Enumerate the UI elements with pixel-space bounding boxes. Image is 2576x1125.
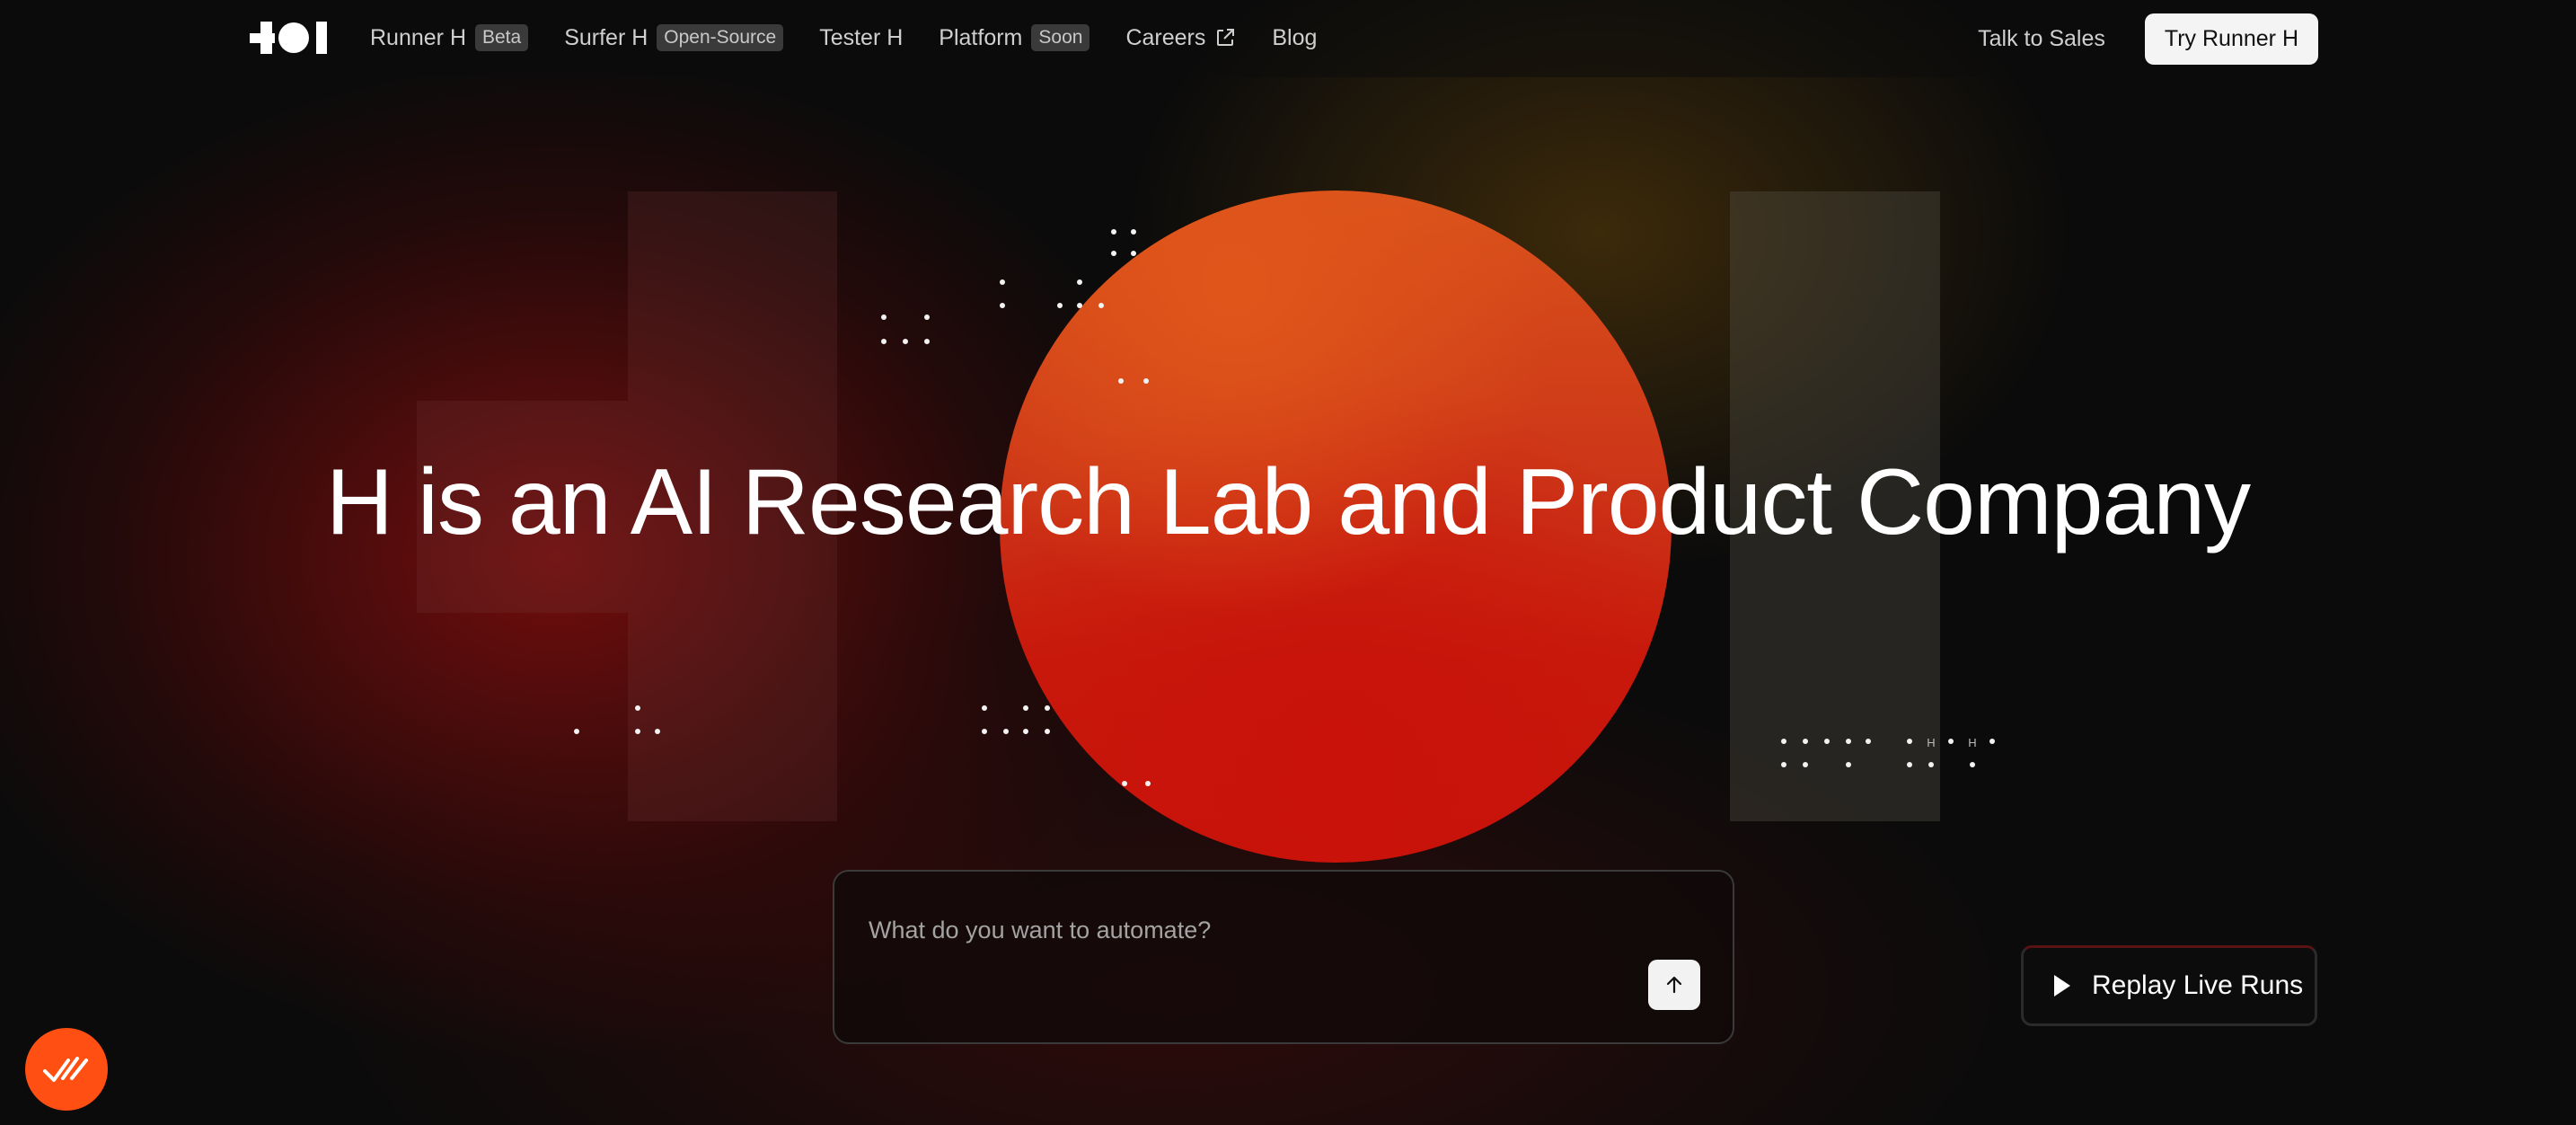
chat-widget-button[interactable] bbox=[25, 1028, 108, 1111]
nav-item-label: Platform bbox=[939, 24, 1023, 50]
open-source-badge: Open-Source bbox=[657, 24, 784, 51]
nav-item-runner-h[interactable]: Runner H Beta bbox=[370, 24, 529, 51]
nav-actions: Talk to Sales Try Runner H bbox=[1978, 13, 2318, 65]
replay-label: Replay Live Runs bbox=[2092, 970, 2304, 1000]
send-button[interactable] bbox=[1648, 960, 1700, 1010]
play-icon bbox=[2054, 975, 2070, 997]
nav-item-tester-h[interactable]: Tester H bbox=[819, 25, 903, 51]
nav-item-label: Blog bbox=[1272, 24, 1318, 50]
dot-letter-2: H bbox=[1968, 736, 1976, 749]
nav-item-platform[interactable]: Platform Soon bbox=[939, 24, 1090, 51]
arrow-up-icon bbox=[1666, 976, 1682, 994]
automation-prompt-box bbox=[833, 870, 1734, 1044]
nav-item-label: Runner H bbox=[370, 24, 466, 50]
nav-item-label: Tester H bbox=[819, 24, 904, 50]
nav-item-blog[interactable]: Blog bbox=[1272, 25, 1317, 51]
checkmarks-icon bbox=[43, 1057, 88, 1082]
nav-item-careers[interactable]: Careers bbox=[1125, 25, 1236, 51]
try-runner-h-button[interactable]: Try Runner H bbox=[2144, 13, 2318, 65]
beta-badge: Beta bbox=[475, 24, 529, 51]
dot-letter-1: H bbox=[1927, 736, 1935, 749]
soon-badge: Soon bbox=[1031, 24, 1090, 51]
h-logo-icon[interactable] bbox=[250, 22, 327, 54]
nav-item-label: Careers bbox=[1125, 24, 1206, 50]
automation-prompt-input[interactable] bbox=[867, 915, 1679, 972]
top-nav: Runner H Beta Surfer H Open-Source Teste… bbox=[0, 0, 2576, 77]
hero-headline: H is an AI Research Lab and Product Comp… bbox=[325, 450, 2251, 554]
talk-to-sales-link[interactable]: Talk to Sales bbox=[1978, 26, 2105, 52]
page: H H H is an AI Research Lab and Product … bbox=[0, 0, 2576, 1125]
nav-item-surfer-h[interactable]: Surfer H Open-Source bbox=[564, 24, 784, 51]
replay-live-runs-button[interactable]: Replay Live Runs bbox=[2021, 945, 2317, 1026]
external-link-icon bbox=[1217, 29, 1235, 46]
nav-item-label: Surfer H bbox=[564, 24, 648, 50]
nav-links: Runner H Beta Surfer H Open-Source Teste… bbox=[370, 0, 1317, 75]
